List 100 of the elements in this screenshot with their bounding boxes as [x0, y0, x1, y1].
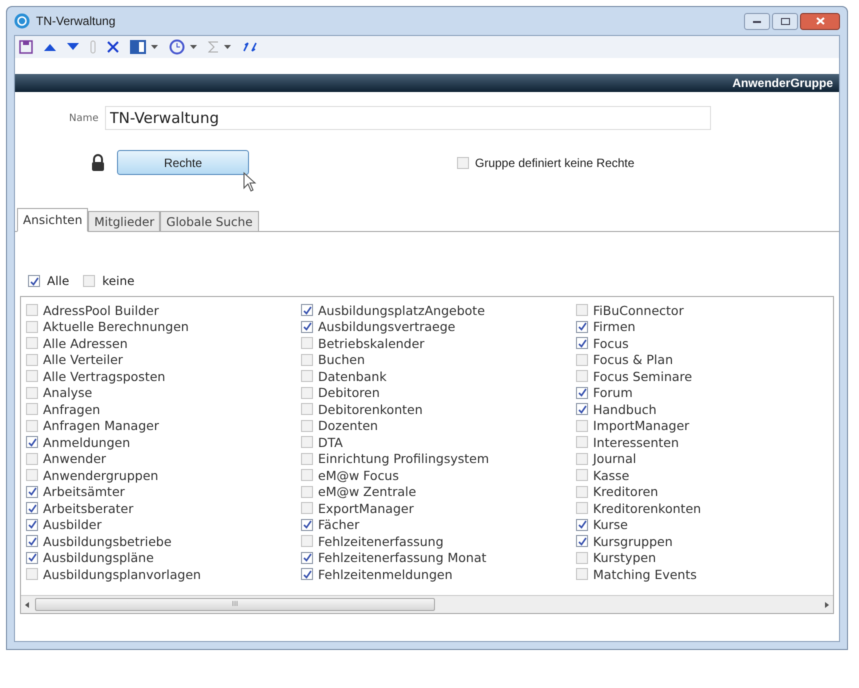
maximize-button[interactable] [772, 12, 798, 30]
checkbox[interactable] [576, 469, 588, 482]
checkbox[interactable] [26, 420, 38, 432]
view-label: ExportManager [318, 500, 414, 516]
checkbox[interactable] [26, 304, 38, 316]
checkbox[interactable] [301, 469, 313, 482]
maximize-icon [780, 18, 790, 24]
checkbox[interactable] [576, 420, 588, 432]
caret-icon[interactable] [151, 45, 158, 49]
tab[interactable]: Mitglieder [88, 211, 160, 232]
checkbox[interactable] [26, 354, 38, 366]
view-label: DTA [318, 434, 343, 450]
close-button[interactable] [800, 12, 840, 30]
caret-icon[interactable] [224, 45, 231, 49]
view-label: eM@w Zentrale [318, 484, 416, 500]
checkbox[interactable] [26, 535, 38, 548]
checkbox[interactable] [576, 386, 588, 399]
checkmark-icon [30, 276, 38, 286]
name-input[interactable]: TN-Verwaltung [104, 106, 711, 130]
view-label: Focus & Plan [593, 352, 673, 368]
checkbox[interactable] [301, 320, 313, 333]
checkbox[interactable] [83, 275, 96, 287]
clock-icon[interactable] [169, 39, 185, 55]
name-label: Name [69, 112, 99, 126]
padlock-icon [91, 154, 105, 171]
checkbox[interactable] [301, 486, 313, 498]
checkbox[interactable] [301, 568, 313, 580]
tab[interactable]: Ansichten [17, 208, 88, 232]
checkbox[interactable] [576, 320, 588, 333]
checkbox[interactable] [301, 502, 313, 514]
minimize-button[interactable] [744, 12, 770, 30]
checkbox[interactable] [301, 436, 313, 448]
up-arrow-icon[interactable] [44, 43, 56, 51]
checkbox[interactable] [576, 535, 588, 548]
scroll-right-icon[interactable] [825, 602, 829, 608]
checkbox[interactable] [26, 502, 38, 514]
tab[interactable]: Globale Suche [160, 211, 259, 232]
checkbox[interactable] [576, 502, 588, 514]
checkbox[interactable] [26, 320, 38, 333]
checkbox[interactable] [26, 436, 38, 448]
checkbox[interactable] [576, 354, 588, 366]
checkbox[interactable] [26, 386, 38, 399]
checkbox[interactable] [26, 469, 38, 482]
view-label: Ausbildungsvertraege [318, 319, 456, 334]
rights-button[interactable]: Rechte [117, 150, 249, 175]
view-label: Kurse [593, 517, 628, 532]
view-label: Datenbank [318, 368, 387, 384]
checkbox[interactable] [26, 552, 38, 564]
checkbox[interactable] [301, 518, 313, 531]
view-label: Kasse [593, 468, 630, 483]
checkbox[interactable] [301, 535, 313, 548]
checkbox[interactable] [301, 337, 313, 350]
checkbox[interactable] [26, 337, 38, 350]
checkbox[interactable] [576, 452, 588, 465]
paperclip-icon[interactable] [90, 40, 96, 54]
checkbox[interactable] [301, 370, 313, 382]
checkbox[interactable] [26, 403, 38, 416]
checkbox[interactable] [576, 552, 588, 564]
view-label: Anwendergruppen [43, 468, 158, 483]
checkbox[interactable] [28, 275, 40, 287]
view-label: Kursgruppen [593, 534, 673, 549]
down-arrow-icon[interactable] [67, 43, 79, 51]
checkbox[interactable] [301, 403, 313, 416]
save-icon[interactable] [19, 40, 33, 54]
view-label: Fehlzeitenmeldungen [318, 566, 452, 582]
checkbox[interactable] [301, 552, 313, 564]
view-label: Ausbildungspläne [43, 550, 154, 566]
document-icon[interactable] [130, 40, 146, 54]
checkbox[interactable] [26, 568, 38, 580]
checkbox[interactable] [301, 304, 313, 316]
checkbox[interactable] [576, 518, 588, 531]
view-label: Firmen [593, 319, 636, 334]
checkbox[interactable] [301, 420, 313, 432]
checkbox[interactable] [457, 156, 469, 168]
view-label: Analyse [43, 385, 92, 400]
swap-arrows-icon[interactable] [242, 42, 258, 52]
checkbox[interactable] [301, 354, 313, 366]
view-label: Kurstypen [593, 550, 656, 566]
window-title: TN-Verwaltung [36, 13, 116, 30]
view-label: Anfragen Manager [43, 418, 159, 434]
checkbox-label: Gruppe definiert keine Rechte [475, 154, 634, 172]
sigma-icon[interactable] [208, 41, 219, 53]
checkbox[interactable] [576, 337, 588, 350]
checkbox[interactable] [301, 452, 313, 465]
checkbox[interactable] [26, 370, 38, 382]
checkbox[interactable] [576, 370, 588, 382]
checkbox[interactable] [576, 486, 588, 498]
checkbox[interactable] [301, 386, 313, 399]
checkbox[interactable] [576, 304, 588, 316]
checkbox[interactable] [26, 486, 38, 498]
checkbox[interactable] [26, 518, 38, 531]
view-label: Ausbilder [43, 517, 102, 532]
caret-icon[interactable] [190, 45, 197, 49]
checkbox[interactable] [26, 452, 38, 465]
checkbox[interactable] [576, 568, 588, 580]
scroll-left-icon[interactable] [25, 602, 29, 608]
checkbox[interactable] [576, 436, 588, 448]
view-label: AdressPool Builder [43, 302, 159, 318]
checkbox[interactable] [576, 403, 588, 416]
delete-icon[interactable] [107, 41, 119, 53]
